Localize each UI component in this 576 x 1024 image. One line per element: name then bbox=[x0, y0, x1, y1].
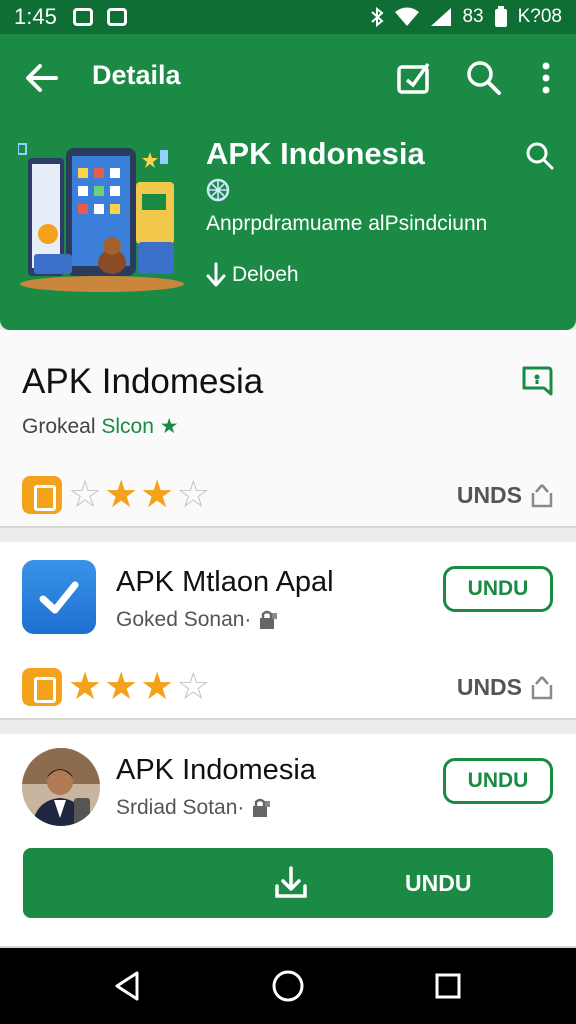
featured-title: APK Indomesia bbox=[22, 362, 264, 401]
app-developer-name: Srdiad Sotan· bbox=[116, 796, 245, 819]
app-developer-name: Goked Sonan· bbox=[116, 608, 252, 631]
share-icon bbox=[531, 483, 553, 507]
bookmark-icon[interactable] bbox=[520, 364, 554, 398]
app-developer: Goked Sonan· bbox=[116, 608, 279, 632]
app-developer: Srdiad Sotan· bbox=[116, 796, 272, 820]
notification-icon bbox=[72, 8, 93, 26]
search-icon[interactable] bbox=[464, 58, 504, 98]
app-card[interactable]: APK Indomesia Srdiad Sotan· UNDU UNDU bbox=[0, 734, 576, 948]
avatar bbox=[22, 748, 100, 826]
install-button[interactable]: UNDU bbox=[443, 566, 553, 612]
star-full-icon: ★ bbox=[140, 666, 175, 708]
app-name: APK Mtlaon Apal bbox=[116, 566, 334, 598]
app-badge-icon bbox=[22, 476, 62, 514]
star-full-icon: ★ bbox=[140, 474, 175, 516]
signal-icon bbox=[431, 8, 452, 26]
app-badge-icon bbox=[22, 668, 62, 706]
star-empty-icon: ☆ bbox=[68, 474, 103, 516]
featured-subtitle: Grokeal Slcon ★ bbox=[22, 414, 179, 439]
battery-icon bbox=[494, 6, 507, 27]
globe-icon bbox=[206, 178, 230, 202]
app-icon bbox=[22, 560, 96, 634]
toolbar: Detaila bbox=[0, 34, 576, 118]
edit-icon[interactable] bbox=[394, 58, 434, 98]
nav-back-icon[interactable] bbox=[110, 968, 146, 1004]
toolbar-title: Detaila bbox=[92, 60, 181, 90]
download-button-label: UNDU bbox=[405, 870, 472, 896]
app-rating: ★ ★ ★ ☆ bbox=[22, 668, 210, 706]
search-icon[interactable] bbox=[524, 140, 556, 172]
more-vert-icon[interactable] bbox=[526, 58, 566, 98]
system-nav-bar bbox=[0, 948, 576, 1024]
install-button[interactable]: UNDU bbox=[443, 758, 553, 804]
back-arrow-icon[interactable] bbox=[22, 58, 62, 98]
featured-rating: ☆ ★ ★ ☆ bbox=[22, 476, 210, 514]
notification-icon bbox=[106, 8, 127, 26]
status-text: 83 bbox=[462, 6, 484, 27]
nav-recents-icon[interactable] bbox=[430, 968, 466, 1004]
featured-subtitle-prefix: Grokeal bbox=[22, 415, 96, 438]
battery-text: K?08 bbox=[517, 6, 562, 27]
featured-action-label: UNDS bbox=[456, 482, 522, 508]
nav-home-icon[interactable] bbox=[270, 968, 306, 1004]
lock-icon bbox=[253, 798, 271, 817]
star-full-icon: ★ bbox=[104, 474, 139, 516]
app-illustration bbox=[18, 143, 184, 292]
hero-download-label: Deloeh bbox=[232, 263, 299, 286]
app-header: Detaila APK Indonesia Anprpdramuame alPs… bbox=[0, 34, 576, 330]
hero-download-link[interactable]: Deloeh bbox=[206, 262, 299, 288]
star-icon: ★ bbox=[159, 415, 179, 438]
star-empty-icon: ☆ bbox=[176, 474, 211, 516]
download-icon bbox=[275, 866, 307, 898]
app-action-label: UNDS bbox=[456, 674, 522, 700]
download-button[interactable]: UNDU bbox=[23, 848, 553, 918]
bluetooth-icon bbox=[371, 7, 385, 27]
status-bar: 1:45 83 K?08 bbox=[0, 0, 576, 34]
status-indicators: 83 K?08 bbox=[370, 6, 562, 28]
featured-action[interactable]: UNDS bbox=[457, 482, 554, 509]
lock-icon bbox=[260, 610, 278, 629]
status-time: 1:45 bbox=[14, 4, 57, 29]
checkmark-icon bbox=[39, 581, 79, 614]
app-card[interactable]: APK Mtlaon Apal Goked Sonan· UNDU ★ ★ ★ … bbox=[0, 542, 576, 720]
hero-subtitle: Anprpdramuame alPsindciunn bbox=[206, 212, 488, 235]
featured-card[interactable]: APK Indomesia Grokeal Slcon ★ ☆ ★ ★ ☆ UN… bbox=[0, 330, 576, 528]
star-full-icon: ★ bbox=[104, 666, 139, 708]
featured-subtitle-accent: Slcon bbox=[101, 415, 154, 438]
hero-title: APK Indonesia bbox=[206, 136, 425, 171]
wifi-icon bbox=[395, 7, 420, 26]
star-empty-icon: ☆ bbox=[176, 666, 211, 708]
app-action[interactable]: UNDS bbox=[457, 674, 554, 701]
share-icon bbox=[531, 675, 553, 699]
person-avatar-icon bbox=[22, 748, 100, 826]
star-full-icon: ★ bbox=[68, 666, 103, 708]
download-icon bbox=[206, 262, 226, 287]
app-name: APK Indomesia bbox=[116, 754, 316, 786]
